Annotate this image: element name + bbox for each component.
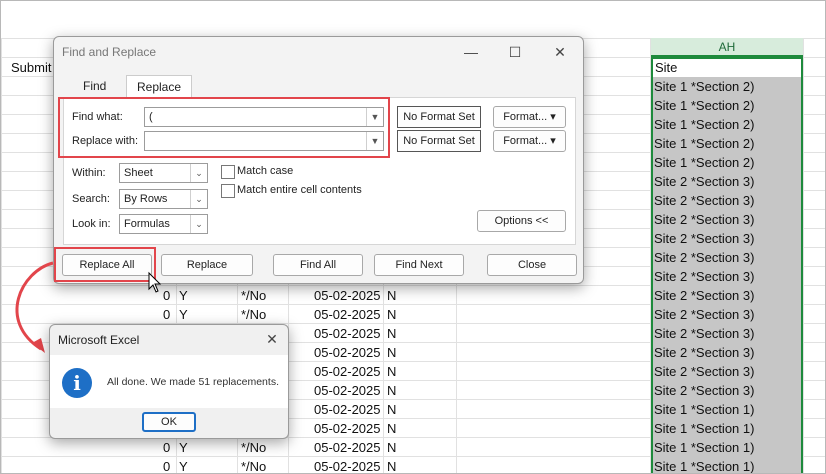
message-title: Microsoft Excel	[58, 333, 140, 347]
info-icon: i	[62, 368, 92, 398]
ok-button[interactable]: OK	[142, 412, 196, 432]
excel-message-box: Microsoft Excel ✕ i All done. We made 51…	[49, 324, 289, 439]
arrow-path	[15, 261, 54, 351]
mouse-cursor-icon	[148, 271, 162, 293]
message-text: All done. We made 51 replacements.	[107, 376, 279, 388]
close-icon[interactable]: ✕	[260, 328, 284, 350]
screenshot-frame: AH Submit Site Site 1 *Section 2) Site 1 …	[0, 0, 826, 474]
message-body: i All done. We made 51 replacements.	[50, 355, 288, 408]
